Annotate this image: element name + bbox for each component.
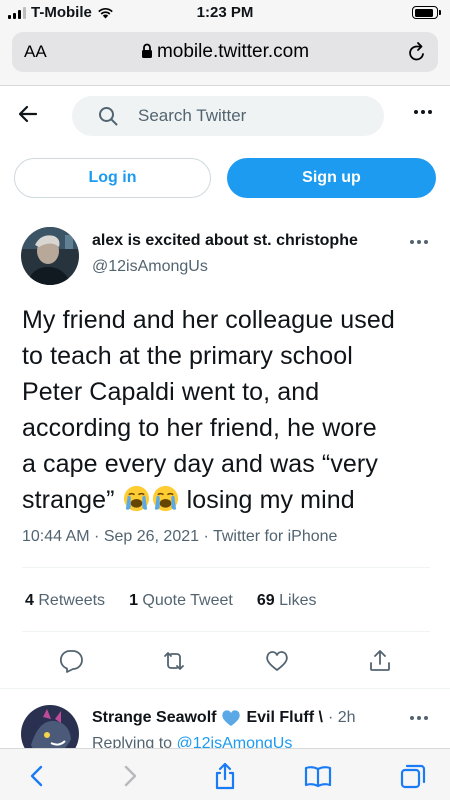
tweet-timestamp[interactable]: 10:44 AM · Sep 26, 2021 · Twitter for iP… bbox=[22, 528, 337, 546]
tabs-icon[interactable] bbox=[398, 761, 428, 791]
back-arrow-icon[interactable] bbox=[16, 102, 40, 126]
tweet-line: a cape every day and was “very bbox=[22, 450, 378, 478]
reply-icon[interactable] bbox=[58, 648, 84, 674]
battery-icon bbox=[412, 6, 441, 19]
tweet-stats: 4 Retweets 1 Quote Tweet 69 Likes bbox=[25, 592, 316, 610]
tweet-line: strange” bbox=[22, 486, 115, 514]
browser-share-icon[interactable] bbox=[210, 761, 240, 791]
tweet-line: according to her friend, he wore bbox=[22, 414, 377, 442]
tweet-line: to teach at the primary school bbox=[22, 342, 353, 370]
tweet-line: My friend and her colleague used bbox=[22, 306, 395, 334]
url-display[interactable]: mobile.twitter.com bbox=[12, 41, 438, 63]
reply-display-name: Strange Seawolf bbox=[92, 709, 217, 726]
tweet-line: Peter Capaldi went to, and bbox=[22, 378, 320, 406]
author-avatar[interactable] bbox=[21, 227, 79, 285]
clock: 1:23 PM bbox=[196, 4, 254, 21]
browser-back-icon[interactable] bbox=[22, 761, 52, 791]
tweet-text: My friend and her colleague used to teac… bbox=[22, 302, 442, 518]
browser-address-bar: AA mobile.twitter.com bbox=[0, 26, 450, 86]
share-icon[interactable] bbox=[367, 648, 393, 674]
auth-buttons: Log in Sign up bbox=[0, 158, 450, 200]
quotes-count: 1 bbox=[129, 592, 138, 609]
retweets-label: Retweets bbox=[38, 592, 106, 609]
likes-count: 69 bbox=[256, 592, 275, 609]
retweets-stat[interactable]: 4 Retweets bbox=[25, 592, 105, 610]
status-bar: T-Mobile 1:23 PM bbox=[0, 0, 450, 26]
lock-icon bbox=[141, 43, 152, 58]
divider bbox=[0, 688, 450, 689]
avatar-image bbox=[21, 227, 79, 285]
loudly-crying-face-icon bbox=[152, 485, 178, 512]
author-display-name[interactable]: alex is excited about st. christophe bbox=[92, 232, 384, 250]
tweet-more-icon[interactable] bbox=[410, 240, 428, 244]
divider bbox=[22, 631, 430, 632]
reply-display-name-2: Evil Fluff \ bbox=[246, 709, 323, 726]
search-icon bbox=[99, 107, 118, 126]
bookmarks-icon[interactable] bbox=[303, 761, 333, 791]
reply-time: · 2h bbox=[327, 709, 356, 726]
author-handle[interactable]: @12isAmongUs bbox=[92, 258, 208, 276]
quotes-label: Quote Tweet bbox=[142, 592, 233, 609]
quotes-stat[interactable]: 1 Quote Tweet bbox=[129, 592, 233, 610]
url-text: mobile.twitter.com bbox=[156, 41, 310, 62]
login-button[interactable]: Log in bbox=[14, 158, 211, 198]
likes-label: Likes bbox=[279, 592, 317, 609]
heart-icon[interactable] bbox=[264, 648, 290, 674]
retweets-count: 4 bbox=[25, 592, 34, 609]
reload-icon[interactable] bbox=[406, 40, 428, 64]
divider bbox=[22, 567, 430, 568]
twitter-header bbox=[0, 86, 450, 146]
tweet-line-last: strange” losing my mind bbox=[22, 482, 442, 518]
retweet-icon[interactable] bbox=[161, 648, 187, 674]
likes-stat[interactable]: 69 Likes bbox=[257, 592, 317, 610]
tweet-actions bbox=[0, 644, 450, 680]
search-input[interactable] bbox=[138, 104, 368, 128]
battery-fill bbox=[414, 8, 434, 17]
loudly-crying-face-icon bbox=[123, 485, 149, 512]
reply-more-icon[interactable] bbox=[410, 716, 428, 720]
signup-button[interactable]: Sign up bbox=[227, 158, 436, 198]
browser-forward-icon[interactable] bbox=[115, 761, 145, 791]
tweet-line: losing my mind bbox=[186, 486, 355, 514]
more-options-icon[interactable] bbox=[414, 110, 432, 114]
reply-author-name[interactable]: Strange Seawolf Evil Fluff \ · 2h bbox=[92, 709, 356, 727]
blue-heart-icon bbox=[222, 710, 241, 726]
browser-toolbar bbox=[0, 748, 450, 800]
url-field[interactable]: AA mobile.twitter.com bbox=[12, 32, 438, 72]
search-box[interactable] bbox=[72, 96, 384, 136]
